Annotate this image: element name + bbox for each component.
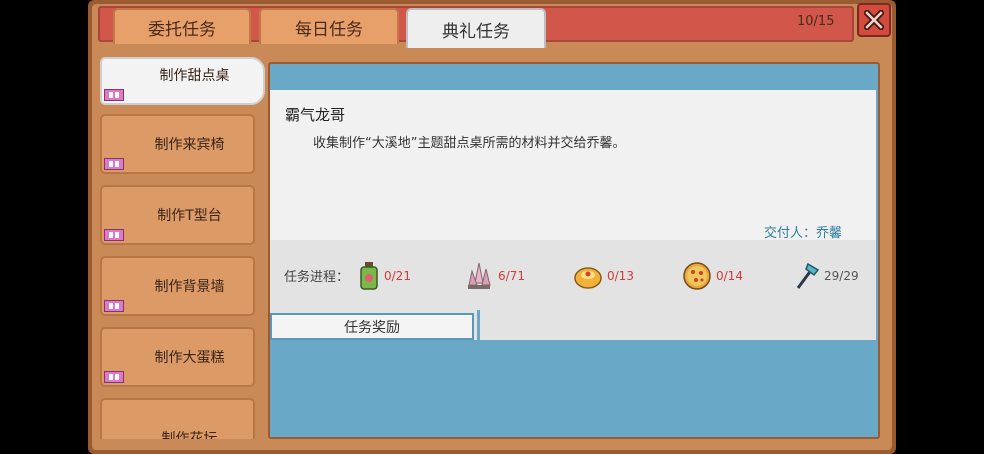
sidebar-item-guest-chair[interactable]: 制作来宾椅 [100,114,255,174]
close-icon [864,10,884,30]
tab-ceremony[interactable]: 典礼任务 [406,8,546,48]
sidebar-item-label: 制作花坛 [161,431,218,439]
close-button[interactable] [857,3,891,37]
category-tag-icon [104,229,124,241]
progress-label: 任务进程： [284,270,350,285]
material-item[interactable]: 0/21 [358,259,411,293]
category-tag-icon [104,89,124,101]
material-item[interactable]: 29/29 [794,259,859,293]
sidebar-item-label: 制作甜点桌 [159,68,230,84]
material-count: 0/21 [384,269,411,283]
reward-tab[interactable]: 任务奖励 [270,313,474,340]
task-description: 收集制作“大溪地”主题甜点桌所需的材料并交给乔馨。 [313,136,626,151]
task-counter: 10/15 [797,14,835,29]
material-count: 6/71 [498,269,525,283]
axe-tool-icon [796,262,820,289]
category-tag-icon [104,158,124,170]
pink-crystal-icon [468,262,491,289]
sidebar-item-label: 制作T型台 [157,208,222,224]
material-item[interactable]: 6/71 [464,259,525,293]
material-count: 0/14 [716,269,743,283]
category-tag-icon [104,300,124,312]
task-giver: 交付人：乔馨 [764,226,843,241]
material-count: 29/29 [824,269,859,283]
sidebar-item-t-stage[interactable]: 制作T型台 [100,185,255,245]
sidebar-item-label: 制作来宾椅 [154,137,225,153]
sidebar-item-label: 制作背景墙 [154,279,225,295]
bread-icon [574,267,602,289]
sidebar-item-flower-bed[interactable]: 制作花坛 [100,398,255,439]
sidebar-item-backdrop-wall[interactable]: 制作背景墙 [100,256,255,316]
sidebar: 制作甜点桌 制作来宾椅 制作T型台 制作背景墙 制作大蛋糕 制作花坛 [97,55,265,439]
tab-commission[interactable]: 委托任务 [113,8,251,44]
material-count: 0/13 [607,269,634,283]
pizza-icon [683,262,711,290]
tab-daily[interactable]: 每日任务 [259,8,399,44]
material-item[interactable]: 0/13 [573,259,634,293]
sidebar-item-dessert-table[interactable]: 制作甜点桌 [100,57,265,105]
material-item[interactable]: 0/14 [682,259,743,293]
category-tag-icon [104,371,124,383]
task-info-panel [270,90,876,240]
task-title: 霸气龙哥 [285,106,346,124]
green-bottle-icon [360,262,378,290]
sidebar-item-big-cake[interactable]: 制作大蛋糕 [100,327,255,387]
sidebar-item-label: 制作大蛋糕 [154,350,225,366]
